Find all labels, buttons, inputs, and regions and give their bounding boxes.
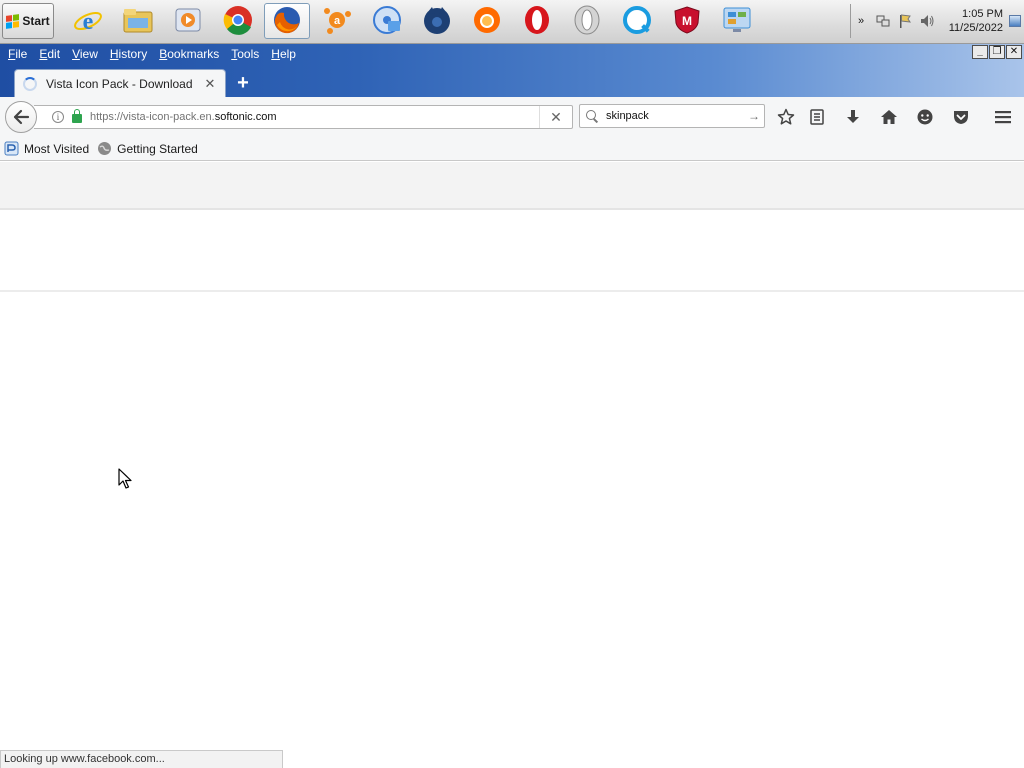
most-visited-icon [4, 141, 19, 156]
taskbar: Start e a M » 1:05 PM 11/25/2022 [0, 0, 1024, 44]
minimize-button[interactable]: _ [972, 45, 988, 59]
file-explorer-icon [122, 6, 154, 37]
stop-loading-icon[interactable]: ✕ [540, 109, 572, 126]
tab-title: Vista Icon Pack - Download [46, 76, 193, 91]
url-text: https://vista-icon-pack.en.softonic.com [90, 111, 539, 123]
bookmarks-toolbar: Most Visited Getting Started [0, 137, 1024, 161]
internet-explorer-icon: e [73, 6, 103, 36]
search-bar[interactable]: skinpack → [579, 104, 765, 128]
back-button[interactable] [5, 101, 37, 133]
action-center-flag-icon[interactable] [897, 13, 913, 29]
taskbar-chrome-button[interactable] [215, 3, 261, 39]
windows-logo-icon [6, 13, 20, 29]
menu-tools[interactable]: Tools [225, 44, 265, 64]
taskbar-waterfox-button[interactable] [414, 3, 460, 39]
taskbar-explorer-button[interactable] [115, 3, 161, 39]
taskbar-disc-burner-button[interactable] [364, 3, 410, 39]
search-go-arrow-icon[interactable]: → [744, 109, 764, 123]
menu-bookmarks[interactable]: Bookmarks [153, 44, 225, 64]
bookmark-label: Most Visited [24, 141, 90, 156]
restore-button[interactable]: ❐ [989, 45, 1005, 59]
downloads-icon[interactable] [843, 107, 863, 127]
start-button[interactable]: Start [2, 3, 54, 39]
firefox-icon [272, 5, 302, 38]
new-tab-button[interactable]: + [234, 73, 252, 93]
pocket-icon[interactable] [951, 107, 971, 127]
page-content-area [0, 294, 1024, 750]
taskbar-opera-neon-button[interactable] [564, 3, 610, 39]
media-player-icon [173, 6, 203, 37]
menu-help[interactable]: Help [265, 44, 302, 64]
taskbar-firefox-button[interactable] [264, 3, 310, 39]
bookmark-label: Getting Started [117, 141, 198, 156]
start-label: Start [22, 14, 50, 28]
chrome-icon [223, 5, 253, 38]
firefox-alt-icon [472, 5, 502, 38]
bookmark-getting-started[interactable]: Getting Started [97, 141, 198, 156]
hamburger-menu-icon[interactable] [993, 107, 1013, 127]
loading-spinner-icon [23, 76, 37, 91]
clock-date: 11/25/2022 [948, 22, 1003, 34]
bookmark-star-icon[interactable] [776, 107, 796, 127]
clock[interactable]: 1:05 PM 11/25/2022 [943, 7, 1003, 35]
clock-time: 1:05 PM [962, 8, 1003, 20]
url-bar[interactable]: i https://vista-icon-pack.en.softonic.co… [34, 105, 573, 129]
url-domain: softonic.com [214, 111, 277, 123]
bookmarks-menu-icon[interactable] [807, 107, 827, 127]
quicktime-icon [622, 5, 652, 38]
page-banner-placeholder [0, 210, 1024, 292]
tab-strip: Vista Icon Pack - Download ✕ + [0, 66, 1024, 97]
window-controls: _ ❐ ✕ [972, 45, 1022, 59]
site-info-icon[interactable]: i [52, 111, 64, 123]
taskbar-quicktime-button[interactable] [614, 3, 660, 39]
home-icon[interactable] [879, 107, 899, 127]
taskbar-control-panel-button[interactable] [714, 3, 760, 39]
status-bar: Looking up www.facebook.com... [0, 750, 283, 768]
mouse-cursor-icon [118, 468, 132, 489]
avast-icon: a [322, 5, 352, 38]
secure-lock-icon[interactable] [72, 109, 82, 123]
svg-text:e: e [83, 9, 94, 35]
navigation-toolbar: i https://vista-icon-pack.en.softonic.co… [0, 97, 1024, 137]
svg-text:M: M [682, 14, 692, 28]
tab-active[interactable]: Vista Icon Pack - Download ✕ [14, 69, 226, 97]
menu-file[interactable]: File [2, 44, 33, 64]
menu-history[interactable]: History [104, 44, 153, 64]
show-hidden-icons-icon[interactable]: » [853, 15, 869, 27]
page-header-placeholder [0, 162, 1024, 210]
disc-burner-icon [372, 5, 402, 38]
system-tray: » 1:05 PM 11/25/2022 [850, 4, 1024, 38]
taskbar-opera-button[interactable] [514, 3, 560, 39]
taskbar-mcafee-button[interactable]: M [664, 3, 710, 39]
close-window-button[interactable]: ✕ [1006, 45, 1022, 59]
network-icon[interactable] [875, 13, 891, 29]
browser-titlebar: File Edit View History Bookmarks Tools H… [0, 44, 1024, 97]
mcafee-icon: M [672, 5, 702, 38]
show-desktop-button[interactable] [1009, 15, 1021, 27]
search-icon[interactable] [586, 110, 598, 122]
menu-bar: File Edit View History Bookmarks Tools H… [0, 44, 302, 64]
svg-text:a: a [334, 15, 341, 27]
hello-chat-icon[interactable] [915, 107, 935, 127]
opera-icon [522, 5, 552, 38]
getting-started-icon [98, 142, 112, 155]
search-input[interactable]: skinpack [606, 110, 744, 122]
opera-neon-icon [572, 5, 602, 38]
menu-view[interactable]: View [66, 44, 104, 64]
tab-close-icon[interactable]: ✕ [203, 76, 217, 92]
taskbar-ie-button[interactable]: e [65, 3, 111, 39]
taskbar-media-player-button[interactable] [165, 3, 211, 39]
volume-icon[interactable] [919, 13, 935, 29]
taskbar-firefox-alt-button[interactable] [464, 3, 510, 39]
bookmark-most-visited[interactable]: Most Visited [4, 141, 89, 156]
back-arrow-icon [13, 109, 30, 125]
url-prefix: https://vista-icon-pack.en. [90, 111, 215, 123]
control-panel-icon [721, 5, 753, 38]
waterfox-icon [422, 5, 452, 38]
menu-edit[interactable]: Edit [33, 44, 66, 64]
taskbar-avast-button[interactable]: a [314, 3, 360, 39]
